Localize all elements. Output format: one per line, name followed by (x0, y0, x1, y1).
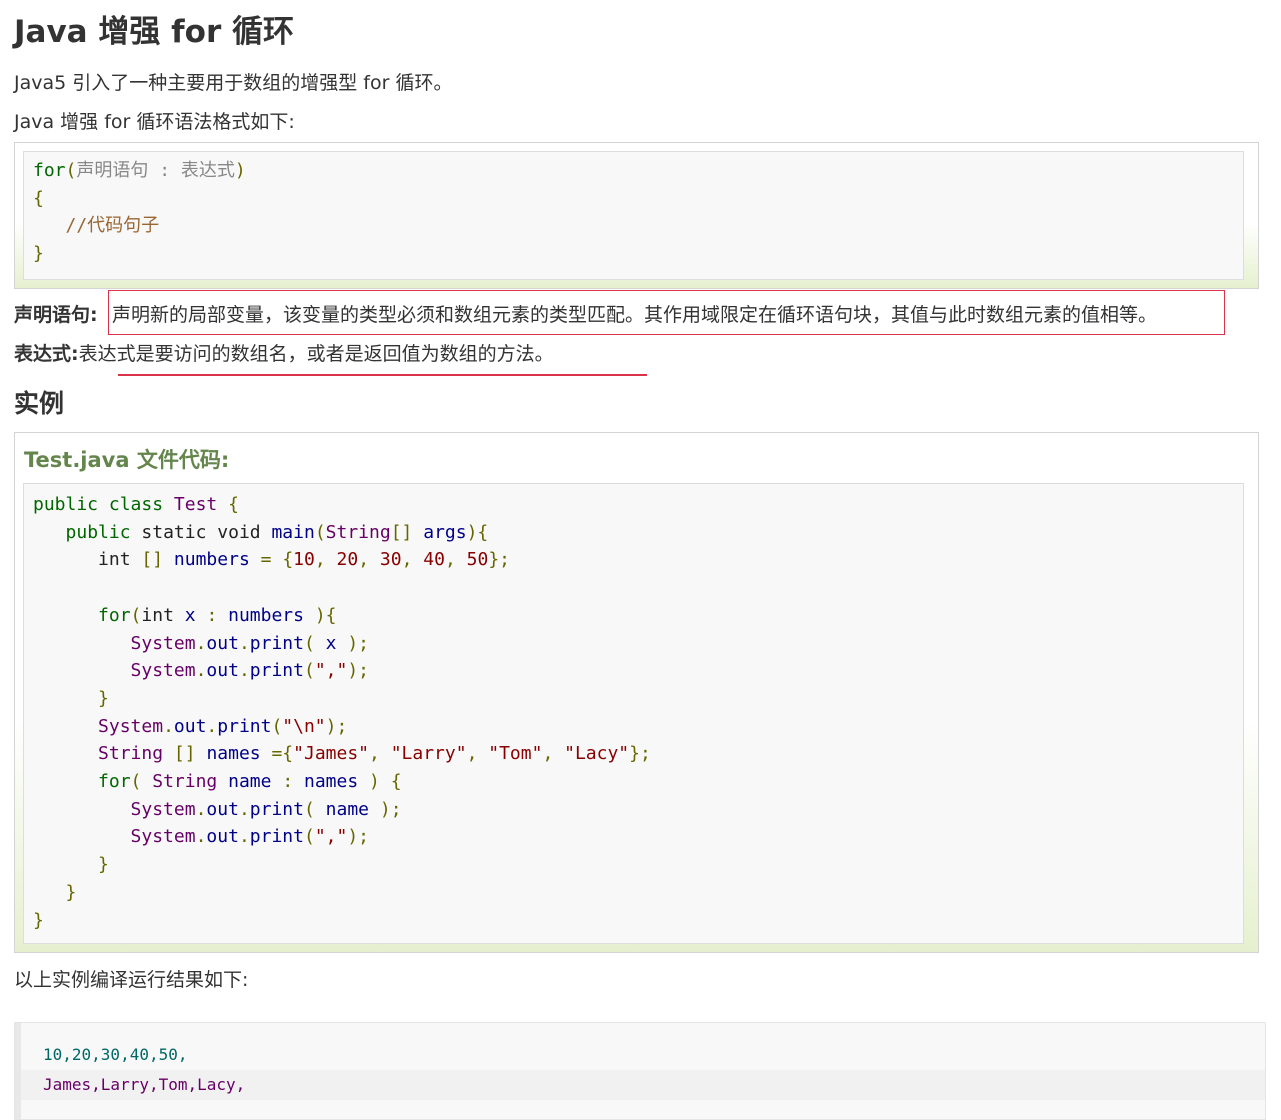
syntax-comment: //代码句子 (33, 215, 160, 237)
output-box: 10,20,30,40,50, James,Larry,Tom,Lacy, (14, 1022, 1266, 1120)
syntax-for-keyword: for (33, 160, 66, 181)
example-code-inner: public class Test { public static void m… (23, 483, 1244, 944)
page: Java 增强 for 循环 Java5 引入了一种主要用于数组的增强型 for… (0, 0, 1281, 1120)
syntax-code: for(声明语句 : 表达式) { //代码句子 } (33, 160, 246, 265)
example-heading: 实例 (14, 389, 65, 418)
example-code: public class Test { public static void m… (33, 494, 651, 931)
definition-declaration: 声明语句: (14, 301, 98, 329)
result-intro-paragraph: 以上实例编译运行结果如下: (14, 969, 249, 991)
definition-expression: 表达式:表达式是要访问的数组名，或者是返回值为数组的方法。 (14, 340, 554, 368)
highlight-underline (118, 374, 647, 376)
syntax-code-box: for(声明语句 : 表达式) { //代码句子 } (14, 142, 1259, 289)
example-box: Test.java 文件代码: public class Test { publ… (14, 432, 1259, 953)
output-line: 10,20,30,40,50, (21, 1040, 1265, 1070)
syntax-params: 声明语句 : 表达式 (76, 160, 235, 181)
syntax-intro-paragraph: Java 增强 for 循环语法格式如下: (14, 111, 295, 133)
definition-desc: 声明新的局部变量，该变量的类型必须和数组元素的类型匹配。其作用域限定在循环语句块… (112, 304, 1158, 326)
output-line: James,Larry,Tom,Lacy, (21, 1070, 1265, 1100)
example-file-title: Test.java 文件代码: (24, 448, 230, 472)
definition-term: 表达式: (14, 343, 79, 365)
definition-desc: 表达式是要访问的数组名，或者是返回值为数组的方法。 (78, 343, 554, 365)
intro-paragraph: Java5 引入了一种主要用于数组的增强型 for 循环。 (14, 72, 453, 94)
syntax-code-inner: for(声明语句 : 表达式) { //代码句子 } (23, 151, 1244, 280)
definition-term: 声明语句: (14, 304, 98, 326)
page-title: Java 增强 for 循环 (14, 14, 295, 50)
